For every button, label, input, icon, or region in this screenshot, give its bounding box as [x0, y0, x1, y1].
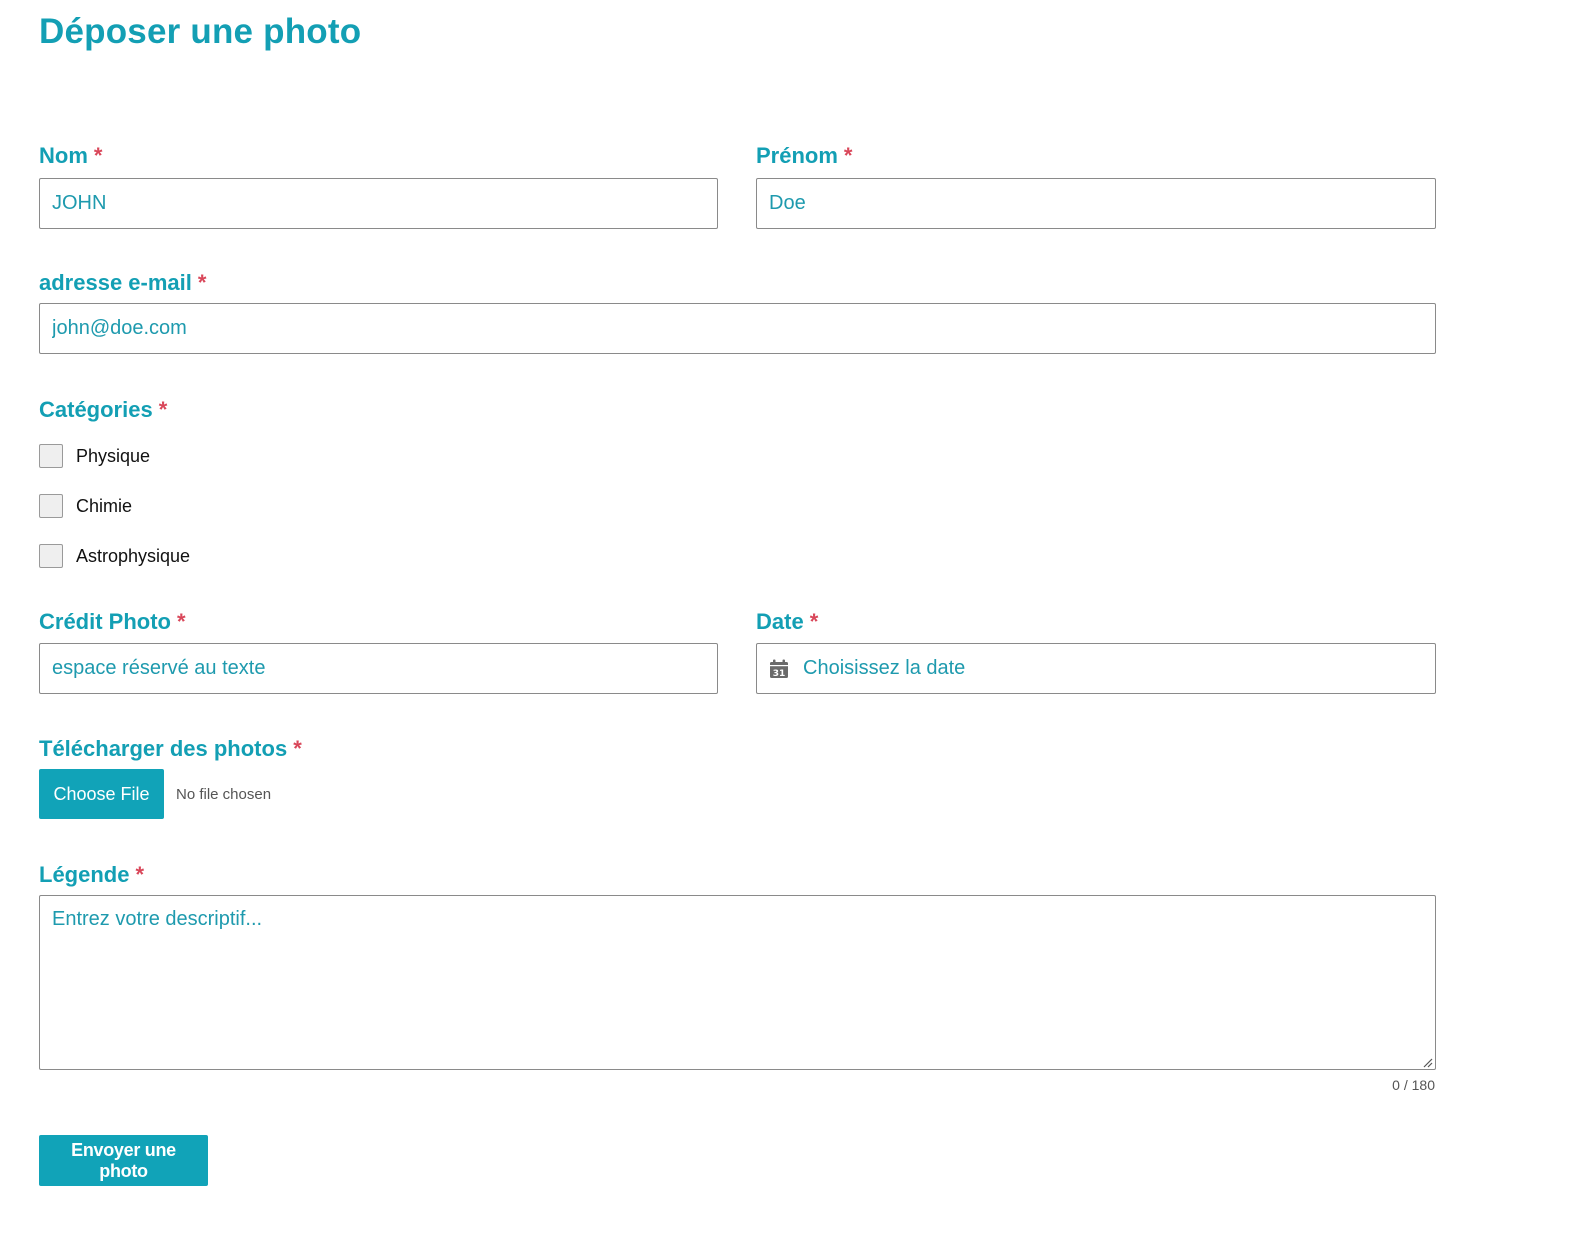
nom-label-text: Nom [39, 143, 88, 168]
credit-label-text: Crédit Photo [39, 609, 171, 634]
required-marker: * [809, 609, 819, 634]
categories-label-text: Catégories [39, 397, 153, 422]
required-marker: * [93, 143, 103, 168]
checkbox-label: Astrophysique [76, 545, 191, 566]
date-picker[interactable]: 31 [756, 643, 1436, 694]
nom-input[interactable] [39, 178, 718, 229]
resize-handle-icon[interactable] [1422, 1055, 1433, 1068]
required-marker: * [158, 397, 168, 422]
email-label-text: adresse e-mail [39, 270, 192, 295]
calendar-icon: 31 [769, 659, 789, 679]
email-input[interactable] [39, 303, 1436, 354]
category-option-chimie[interactable]: Chimie [39, 493, 132, 519]
choose-file-button[interactable]: Choose File [39, 769, 164, 819]
svg-text:31: 31 [773, 669, 786, 679]
date-input[interactable] [801, 656, 1435, 681]
prenom-input[interactable] [756, 178, 1436, 229]
credit-input[interactable] [39, 643, 718, 694]
prenom-label: Prénom * [756, 143, 852, 169]
nom-label: Nom * [39, 143, 102, 169]
legende-label-text: Légende [39, 862, 130, 887]
category-option-astrophysique[interactable]: Astrophysique [39, 543, 190, 569]
checkbox-physique[interactable] [39, 444, 63, 468]
required-marker: * [177, 609, 186, 634]
upload-label: Télécharger des photos * [39, 736, 302, 762]
checkbox-label: Physique [76, 445, 151, 466]
credit-label: Crédit Photo * [39, 609, 186, 635]
legende-label: Légende * [39, 862, 144, 888]
page-title: Déposer une photo [39, 12, 362, 51]
upload-label-text: Télécharger des photos [39, 736, 288, 761]
file-status-text: No file chosen [176, 786, 272, 803]
checkbox-astrophysique[interactable] [39, 544, 63, 568]
submit-photo-button[interactable]: Envoyer une photo [39, 1135, 208, 1186]
date-label-text: Date [756, 609, 804, 634]
required-marker: * [293, 736, 302, 761]
email-label: adresse e-mail * [39, 270, 206, 296]
character-counter: 0 / 180 [1392, 1077, 1435, 1093]
required-marker: * [843, 143, 853, 168]
categories-label: Catégories * [39, 397, 167, 423]
checkbox-label: Chimie [76, 495, 133, 516]
date-label: Date * [756, 609, 818, 635]
legende-textarea[interactable] [39, 895, 1436, 1070]
required-marker: * [197, 270, 207, 295]
checkbox-chimie[interactable] [39, 494, 63, 518]
required-marker: * [135, 862, 145, 887]
prenom-label-text: Prénom [756, 143, 838, 168]
category-option-physique[interactable]: Physique [39, 443, 150, 469]
